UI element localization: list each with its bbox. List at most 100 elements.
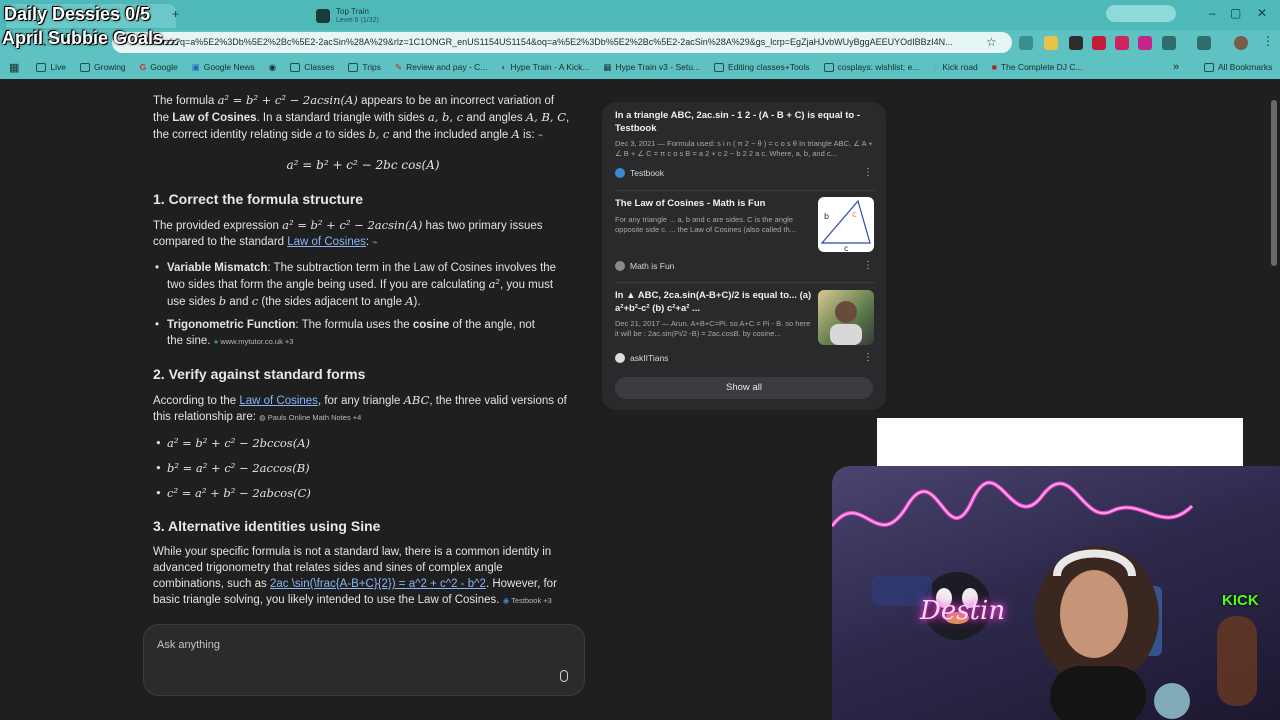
card-menu-icon[interactable]: ⋮ (863, 352, 873, 363)
news-icon: ▣ (191, 61, 200, 72)
all-bookmarks[interactable]: All Bookmarks (1204, 62, 1272, 72)
testbook-icon: ◉ (502, 596, 510, 605)
mathisfun-icon (615, 261, 625, 271)
card-source-askiitians: askIITians (615, 353, 668, 363)
formula-c: c² = a² + b² − 2abcos(C) (153, 485, 311, 501)
card-title[interactable]: The Law of Cosines - Math is Fun (615, 198, 811, 211)
sources-panel: In a triangle ABC, 2ac.sin - 1 2 - (A - … (602, 102, 886, 410)
folder-icon (1204, 62, 1214, 72)
more-bookmarks-icon[interactable]: » (1173, 61, 1179, 73)
webcam-feed: Destin KICK (832, 466, 1280, 720)
law-of-cosines-link[interactable]: Law of Cosines (287, 236, 366, 248)
bookmark-dj[interactable]: ■ The Complete DJ C... (992, 62, 1083, 72)
source-chip-mytutor[interactable]: ● www.mytutor.co.uk +3 (214, 337, 294, 346)
new-tab-button[interactable]: + (172, 7, 179, 21)
extension-icon-6[interactable] (1138, 36, 1152, 50)
screenshot-icon[interactable] (1197, 36, 1211, 50)
sine-identity-link[interactable]: 2ac \sin(\frac{A-B+C}{2}) = a^2 + c^2 - … (270, 578, 486, 590)
kick-icon: ◌ (933, 62, 939, 72)
microphone-icon[interactable] (560, 670, 568, 682)
address-bar[interactable]: search?q=a%5E2%3Db%5E2%2Bc%5E2-2acSin%28… (112, 32, 1012, 53)
testbook-icon (615, 168, 625, 178)
bookmark-growing[interactable]: Growing (80, 62, 126, 72)
paragraph-3: While your specific formula is not a sta… (153, 546, 557, 606)
bullet-trig-function: Trigonometric Function: The formula uses… (153, 317, 543, 350)
extension-icon-2[interactable] (1044, 36, 1058, 50)
bookmark-google[interactable]: G Google (140, 62, 178, 72)
minimize-icon[interactable]: – (1209, 6, 1216, 20)
askiitians-icon (615, 353, 625, 363)
gemini-button[interactable] (1106, 5, 1176, 22)
card-menu-icon[interactable]: ⋮ (863, 260, 873, 271)
tab-title: Top Train (336, 7, 369, 16)
tab-subtitle: Level 6 (1/32) (336, 17, 379, 24)
extensions-puzzle-icon[interactable] (1162, 36, 1176, 50)
hype-train-v3-icon: ▦ (603, 61, 612, 72)
tab-strip: G + Top Train Level 6 (1/32) – ▢ ✕ (0, 0, 1280, 30)
profile-avatar[interactable] (1234, 36, 1248, 50)
heading-3: 3. Alternative identities using Sine (153, 518, 381, 534)
card-snippet: Dec 21, 2017 — Arun. A+B+C=Pi. so A+C = … (615, 319, 811, 338)
google-icon: G (139, 62, 147, 72)
person-thumbnail[interactable] (818, 290, 874, 345)
scrollbar-thumb[interactable] (1271, 100, 1277, 266)
bookmark-globe[interactable]: ◉ (269, 62, 276, 73)
menu-kebab-icon[interactable]: ⋮ (1262, 34, 1274, 48)
person-photo-icon (830, 301, 862, 345)
ask-input-box[interactable]: Ask anything (143, 624, 585, 696)
bookmark-hype-train[interactable]: ◐ Hype Train - A Kick... (501, 62, 589, 72)
tab-top-train[interactable]: Top Train Level 6 (1/32) (316, 4, 379, 28)
law-of-cosines-link-2[interactable]: Law of Cosines (239, 395, 318, 407)
close-icon[interactable]: ✕ (1257, 6, 1267, 20)
bookmark-cosplays[interactable]: cosplays: wishlist; e... (823, 62, 919, 72)
triangle-thumbnail[interactable]: b c c (818, 197, 874, 252)
apps-grid-icon[interactable]: ▦ (9, 61, 19, 74)
divider (615, 282, 875, 283)
overlay-goal-2: April Subbie Goals... (2, 28, 179, 48)
intro-paragraph: The formula a² = b² + c² − 2acsin(A) app… (153, 93, 570, 141)
bookmark-review-pay[interactable]: ✎ Review and pay - C... (395, 62, 487, 73)
bullet-variable-mismatch: Variable Mismatch: The subtraction term … (153, 260, 573, 310)
extension-icon-5[interactable] (1115, 36, 1129, 50)
link-icon[interactable]: ⌁ (538, 130, 543, 140)
bookmark-classes[interactable]: Classes (290, 62, 334, 72)
folder-icon (36, 62, 47, 72)
maximize-icon[interactable]: ▢ (1230, 6, 1241, 20)
divider (615, 190, 875, 191)
folder-icon (348, 62, 359, 72)
overlay-white-panel (877, 418, 1243, 470)
paragraph-2: According to the Law of Cosines, for any… (153, 393, 567, 423)
extension-icon-3[interactable] (1069, 36, 1083, 50)
bookmark-star-icon[interactable]: ☆ (986, 35, 997, 49)
source-card-mathisfun[interactable]: The Law of Cosines - Math is Fun For any… (615, 198, 811, 235)
overlay-goal-1: Daily Dessies 0/5 (4, 4, 151, 24)
card-title[interactable]: In ▲ ABC, 2ca.sin(A-B+C)/2 is equal to..… (615, 290, 813, 315)
bookmarks-bar: ▦ Live Growing G Google ▣ Google News ◉ Cl… (0, 55, 1280, 79)
bookmark-live[interactable]: Live (36, 62, 66, 72)
bookmark-trips[interactable]: Trips (348, 62, 381, 72)
card-menu-icon[interactable]: ⋮ (863, 167, 873, 178)
dj-icon: ■ (991, 62, 997, 72)
formula-b: b² = a² + c² − 2accos(B) (153, 460, 310, 476)
show-all-button[interactable]: Show all (615, 377, 873, 399)
url-text: search?q=a%5E2%3Db%5E2%2Bc%5E2-2acSin%28… (148, 37, 953, 47)
card-title[interactable]: In a triangle ABC, 2ac.sin - 1 2 - (A - … (615, 110, 875, 135)
source-card-testbook[interactable]: In a triangle ABC, 2ac.sin - 1 2 - (A - … (615, 110, 875, 159)
paragraph-1: The provided expression a² = b² + c² − 2… (153, 218, 543, 248)
extension-icon-4[interactable] (1092, 36, 1106, 50)
folder-icon (290, 62, 301, 72)
kick-logo: KICK (1222, 592, 1259, 609)
ask-input-placeholder: Ask anything (157, 639, 220, 651)
bookmark-kick-road[interactable]: ◌ Kick road (933, 62, 978, 72)
card-source-mathisfun: Math is Fun (615, 261, 674, 271)
mytutor-icon: ● (213, 337, 219, 346)
extension-icon-1[interactable] (1019, 36, 1033, 50)
link-icon[interactable]: ⌁ (372, 237, 377, 247)
source-chip-testbook[interactable]: ◉ Testbook +3 (503, 596, 552, 605)
heading-1: 1. Correct the formula structure (153, 191, 364, 207)
source-card-askiitians[interactable]: In ▲ ABC, 2ca.sin(A-B+C)/2 is equal to..… (615, 290, 813, 339)
bookmark-hype-train-v3[interactable]: ▦ Hype Train v3 - Setu... (603, 62, 700, 73)
source-chip-pauls[interactable]: ◍ Pauls Online Math Notes +4 (259, 413, 361, 422)
bookmark-google-news[interactable]: ▣ Google News (192, 62, 255, 73)
bookmark-editing[interactable]: Editing classes+Tools (714, 62, 810, 72)
